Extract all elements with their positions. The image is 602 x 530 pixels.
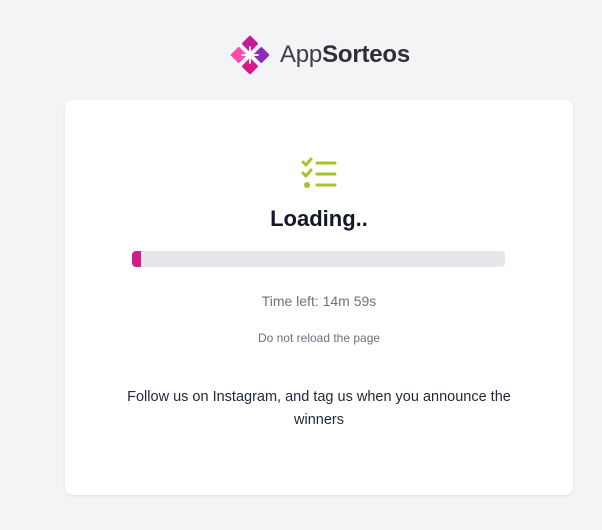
checklist-icon — [301, 157, 337, 188]
logo[interactable]: AppSorteos — [228, 33, 410, 77]
progress-fill — [132, 251, 142, 267]
time-left: Time left: 14m 59s — [261, 293, 377, 309]
loading-title: Loading.. — [270, 206, 368, 231]
follow-message: Follow us on Instagram, and tag us when … — [127, 389, 511, 428]
appsorteos-logo-icon — [230, 35, 270, 75]
progress-bar — [132, 251, 505, 267]
brand-name-bold: Sorteos — [322, 41, 411, 68]
brand-name-light: App — [279, 41, 323, 68]
reload-warning: Do not reload the page — [257, 331, 381, 345]
header: AppSorteos — [0, 33, 602, 77]
loading-card: Loading.. Time left: 14m 59s Do not relo… — [65, 100, 573, 495]
brand-name: AppSorteos — [280, 43, 410, 67]
